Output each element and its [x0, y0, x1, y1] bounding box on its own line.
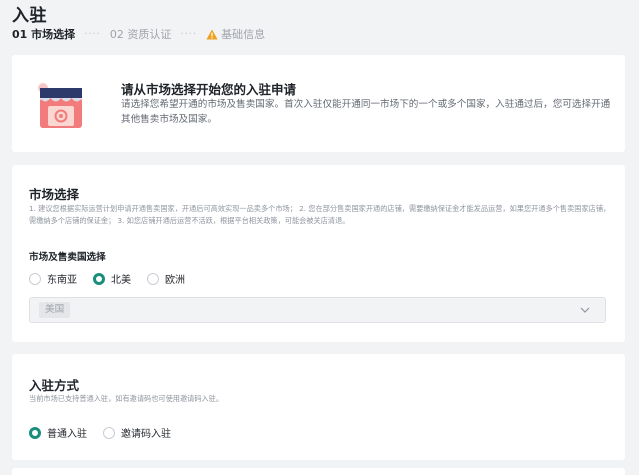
market-section-description: 1. 建议您根据实际运营计划申请开通售卖国家，开通后可高效实现一品卖多个市场； …: [29, 204, 611, 225]
chevron-down-icon[interactable]: [580, 306, 590, 314]
market-option-southeast-asia[interactable]: 东南亚: [29, 271, 77, 286]
step-qualification: 02 资质认证: [109, 28, 172, 41]
country-select[interactable]: 美国: [29, 297, 606, 323]
market-option-label: 北美: [111, 275, 131, 286]
market-option-europe[interactable]: 欧洲: [147, 271, 185, 286]
entry-method-card: 入驻方式 当前市场已支持普通入驻，如有邀请码也可使用邀请码入驻。 普通入驻 邀请…: [12, 354, 625, 460]
step-separator: ····: [84, 28, 101, 40]
market-field-label: 市场及售卖国选择: [29, 252, 106, 263]
method-section-description: 当前市场已支持普通入驻，如有邀请码也可使用邀请码入驻。: [29, 394, 224, 403]
step-market-selection: 01 市场选择: [12, 28, 76, 41]
market-section-title: 市场选择: [29, 187, 80, 202]
intro-card: 请从市场选择开始您的入驻申请 请选择您希望开通的市场及售卖国家。首次入驻仅能开通…: [12, 55, 625, 152]
method-radio-group: 普通入驻 邀请码入驻: [29, 425, 187, 440]
method-option-label: 普通入驻: [47, 429, 87, 440]
warning-icon: [206, 29, 218, 39]
step-indicator: 01 市场选择 ···· 02 资质认证 ···· 基础信息: [12, 27, 265, 41]
market-selection-card: 市场选择 1. 建议您根据实际运营计划申请开通售卖国家，开通后可高效实现一品卖多…: [12, 165, 625, 342]
market-option-label: 东南亚: [47, 275, 77, 286]
method-option-invite-code[interactable]: 邀请码入驻: [103, 425, 171, 440]
step-basic-info: 基础信息: [221, 28, 266, 41]
selected-country-tag: 美国: [39, 302, 71, 318]
next-card: [12, 468, 625, 475]
intro-title: 请从市场选择开始您的入驻申请: [121, 82, 297, 97]
market-option-north-america[interactable]: 北美: [93, 271, 131, 286]
radio-button-selected[interactable]: [93, 272, 105, 285]
market-option-label: 欧洲: [165, 275, 185, 286]
method-section-title: 入驻方式: [29, 378, 80, 393]
page-title: 入驻: [12, 6, 47, 26]
step-separator: ····: [180, 28, 198, 40]
radio-button-selected[interactable]: [29, 426, 41, 439]
radio-button[interactable]: [147, 272, 159, 285]
market-radio-group: 东南亚 北美 欧洲: [29, 271, 201, 286]
radio-button[interactable]: [103, 426, 115, 439]
shop-icon: [38, 83, 82, 128]
intro-description: 请选择您希望开通的市场及售卖国家。首次入驻仅能开通同一市场下的一个或多个国家，入…: [121, 99, 611, 125]
method-option-label: 邀请码入驻: [121, 429, 171, 440]
radio-button[interactable]: [29, 272, 41, 285]
method-option-standard[interactable]: 普通入驻: [29, 425, 87, 440]
